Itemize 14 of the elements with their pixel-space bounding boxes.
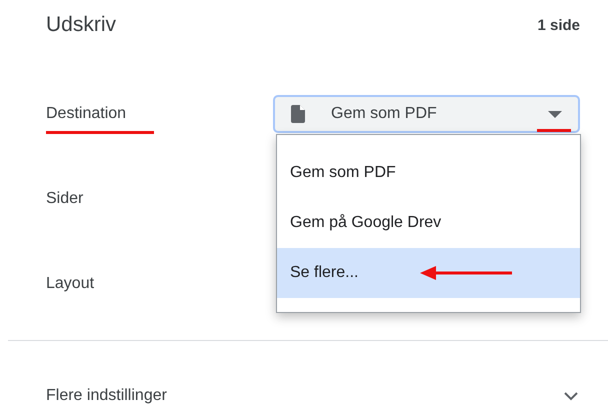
annotation-underline (537, 129, 571, 132)
menu-item[interactable]: Gem på Google Drev (277, 198, 580, 248)
page-count: 1 side (537, 16, 580, 34)
menu-item[interactable]: Gem som PDF (277, 148, 580, 198)
dialog-title: Udskriv (46, 13, 116, 37)
setting-label: Destination (46, 105, 126, 122)
more-settings-label[interactable]: Flere indstillinger (46, 387, 167, 405)
menu-item[interactable]: Se flere... (277, 248, 580, 298)
dropdown-caret-icon (548, 110, 562, 118)
file-icon (291, 105, 305, 123)
destination-select[interactable]: Gem som PDF (273, 95, 580, 133)
chevron-down-icon[interactable] (564, 392, 578, 400)
setting-label: Layout (46, 275, 94, 292)
setting-label: Sider (46, 190, 84, 207)
